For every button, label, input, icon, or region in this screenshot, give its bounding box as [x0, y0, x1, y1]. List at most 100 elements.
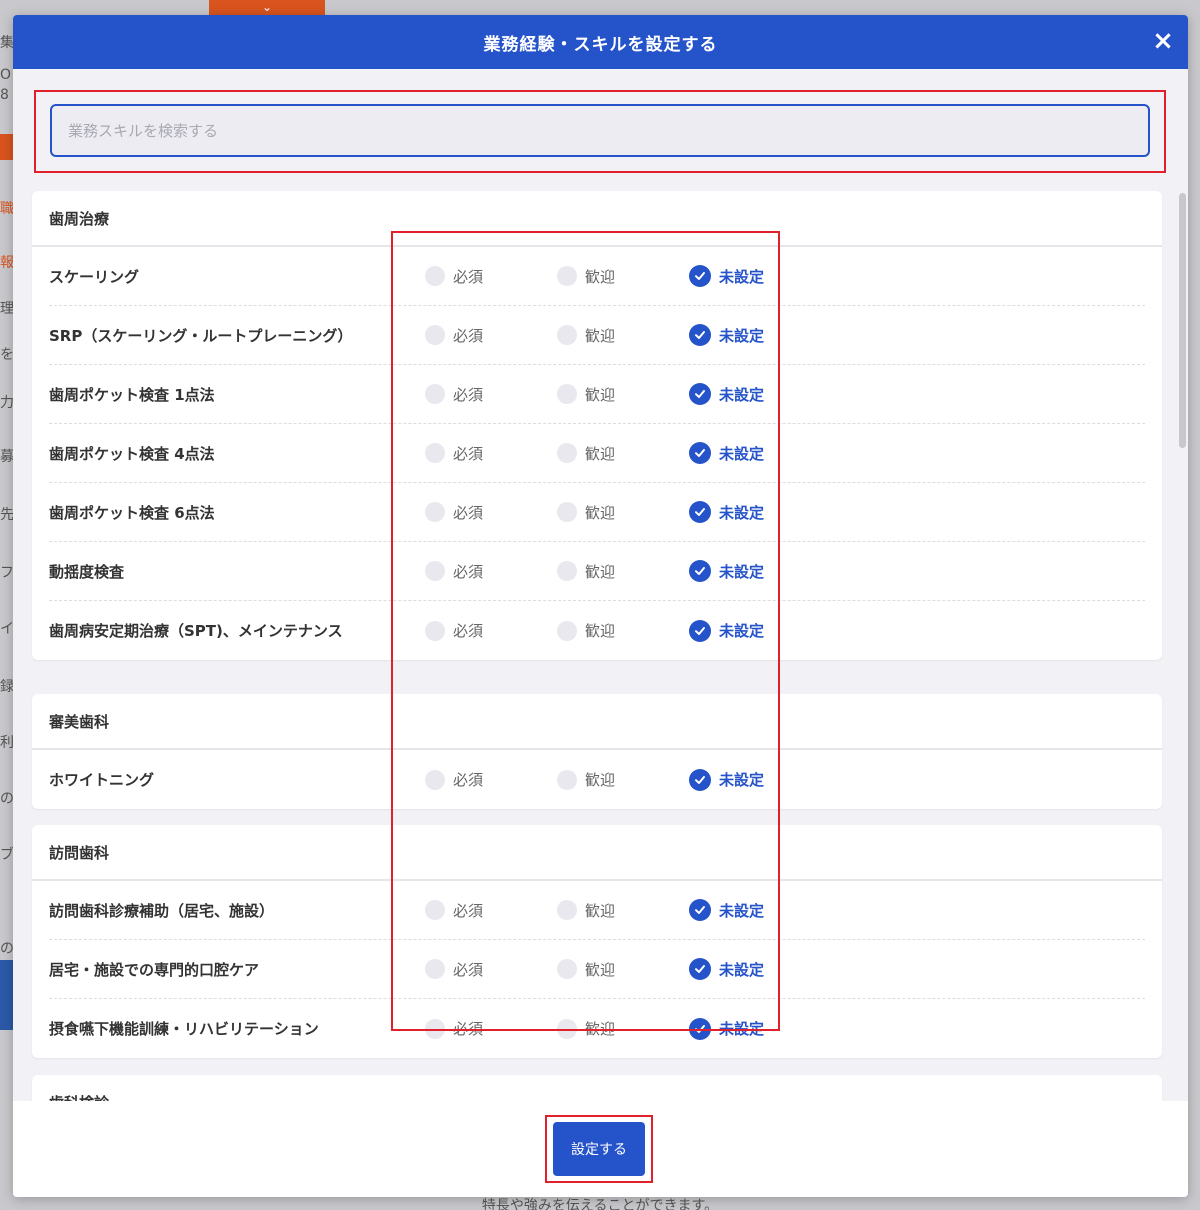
option-label: 歓迎	[585, 1020, 616, 1038]
radio-circle-icon	[557, 1018, 577, 1039]
skill-row: 摂食嚥下機能訓練・リハビリテーション 必須 歓迎 未設定	[49, 999, 1145, 1058]
option-welcome[interactable]: 歓迎	[557, 620, 615, 641]
option-required[interactable]: 必須	[425, 959, 483, 980]
option-required[interactable]: 必須	[425, 769, 483, 790]
option-label: 未設定	[719, 622, 765, 640]
submit-highlight: 設定する	[545, 1115, 653, 1183]
option-unset[interactable]: 未設定	[689, 1017, 764, 1040]
skill-section: 歯科検診	[32, 1075, 1162, 1101]
option-label: 必須	[453, 622, 484, 640]
check-circle-icon	[689, 265, 711, 287]
option-unset[interactable]: 未設定	[689, 899, 764, 921]
option-label: 必須	[453, 1020, 484, 1038]
skill-label: 訪問歯科診療補助（居宅、施設）	[49, 901, 275, 920]
radio-circle-icon	[557, 325, 577, 345]
option-welcome[interactable]: 歓迎	[557, 959, 615, 980]
skill-row: スケーリング 必須 歓迎 未設定	[49, 247, 1145, 306]
option-required[interactable]: 必須	[425, 384, 483, 405]
skill-list[interactable]: 歯周治療 スケーリング 必須 歓迎 未設定 SRP（スケーリング・ルートプレーニング） 必須…	[13, 191, 1188, 1101]
background-sidebar: 集O8職報理を力募先フイ録利のブの家位	[0, 28, 14, 1210]
option-label: 歓迎	[585, 562, 616, 581]
modal-title: 業務経験・スキルを設定する	[483, 34, 718, 55]
check-circle-icon	[689, 619, 711, 642]
radio-circle-icon	[557, 502, 577, 522]
option-unset[interactable]: 未設定	[689, 958, 764, 980]
option-welcome[interactable]: 歓迎	[557, 502, 615, 523]
background-side-fragment: ブ	[0, 847, 14, 863]
skill-label: ホワイトニング	[49, 771, 155, 789]
background-side-fragment: 先	[0, 507, 14, 523]
scrollbar[interactable]	[1179, 193, 1186, 448]
option-welcome[interactable]: 歓迎	[557, 443, 615, 464]
option-unset[interactable]: 未設定	[689, 501, 764, 523]
option-label: 必須	[453, 267, 484, 286]
option-required[interactable]: 必須	[425, 620, 483, 641]
background-side-fragment: 集	[0, 35, 14, 51]
option-welcome[interactable]: 歓迎	[557, 1018, 615, 1039]
option-label: 未設定	[719, 771, 765, 789]
radio-circle-icon	[425, 502, 445, 522]
radio-circle-icon	[557, 561, 577, 581]
option-required[interactable]: 必須	[425, 502, 483, 523]
skill-row: 歯周ポケット検査 4点法 必須 歓迎 未設定	[49, 424, 1145, 483]
check-circle-icon	[689, 383, 711, 405]
option-label: 必須	[453, 771, 484, 789]
option-required[interactable]: 必須	[425, 900, 483, 921]
background-side-fragment: イ	[0, 621, 14, 637]
option-unset[interactable]: 未設定	[689, 560, 764, 582]
modal-header: 業務経験・スキルを設定する ×	[13, 15, 1188, 69]
skill-label: 摂食嚥下機能訓練・リハビリテーション	[49, 1020, 319, 1038]
option-label: 必須	[453, 901, 484, 920]
skill-label: 歯周ポケット検査 4点法	[49, 444, 215, 463]
option-required[interactable]: 必須	[425, 266, 483, 287]
option-welcome[interactable]: 歓迎	[557, 266, 615, 287]
option-welcome[interactable]: 歓迎	[557, 325, 615, 346]
option-required[interactable]: 必須	[425, 561, 483, 582]
option-unset[interactable]: 未設定	[689, 442, 764, 464]
radio-circle-icon	[557, 620, 577, 641]
option-label: 必須	[453, 444, 484, 463]
option-unset[interactable]: 未設定	[689, 324, 764, 346]
radio-circle-icon	[557, 384, 577, 404]
background-tab: ⌄	[209, 0, 325, 16]
section-title: 審美歯科	[32, 694, 1162, 750]
background-side-fragment: 理	[0, 301, 14, 317]
close-icon[interactable]: ×	[1150, 28, 1176, 54]
skill-row: 居宅・施設での専門的口腔ケア 必須 歓迎 未設定	[49, 940, 1145, 999]
option-required[interactable]: 必須	[425, 443, 483, 464]
option-welcome[interactable]: 歓迎	[557, 769, 615, 790]
option-label: 歓迎	[585, 444, 616, 463]
radio-circle-icon	[425, 769, 445, 790]
background-banner	[0, 960, 14, 1030]
background-side-accent	[0, 134, 14, 160]
option-required[interactable]: 必須	[425, 325, 483, 346]
option-unset[interactable]: 未設定	[689, 768, 765, 791]
option-label: 必須	[453, 562, 484, 581]
option-welcome[interactable]: 歓迎	[557, 561, 615, 582]
background-side-fragment: 募	[0, 449, 14, 465]
option-welcome[interactable]: 歓迎	[557, 900, 615, 921]
option-unset[interactable]: 未設定	[689, 383, 764, 405]
background-footer-text: 特長や強みを伝えることができます。	[481, 1198, 719, 1210]
option-label: 未設定	[719, 444, 765, 463]
submit-button[interactable]: 設定する	[553, 1122, 645, 1176]
option-unset[interactable]: 未設定	[689, 265, 764, 287]
skill-section: 訪問歯科 訪問歯科診療補助（居宅、施設） 必須 歓迎 未設定 居宅・施設での専門的口腔ケア…	[32, 825, 1162, 1058]
option-label: 歓迎	[585, 901, 616, 920]
option-required[interactable]: 必須	[425, 1018, 483, 1039]
option-unset[interactable]: 未設定	[689, 619, 765, 642]
check-circle-icon	[689, 768, 711, 791]
section-title: 歯周治療	[32, 191, 1162, 247]
option-label: 未設定	[719, 960, 765, 979]
skill-search-input[interactable]	[50, 104, 1150, 157]
radio-circle-icon	[425, 620, 445, 641]
option-label: 未設定	[719, 326, 765, 345]
check-circle-icon	[689, 560, 711, 582]
background-side-fragment: O	[0, 67, 12, 83]
background-side-fragment: 8	[0, 87, 9, 103]
radio-circle-icon	[557, 266, 577, 286]
background-side-fragment: の	[0, 791, 14, 807]
option-welcome[interactable]: 歓迎	[557, 384, 615, 405]
option-label: 歓迎	[585, 326, 616, 345]
background-side-fragment: 利	[0, 735, 14, 751]
